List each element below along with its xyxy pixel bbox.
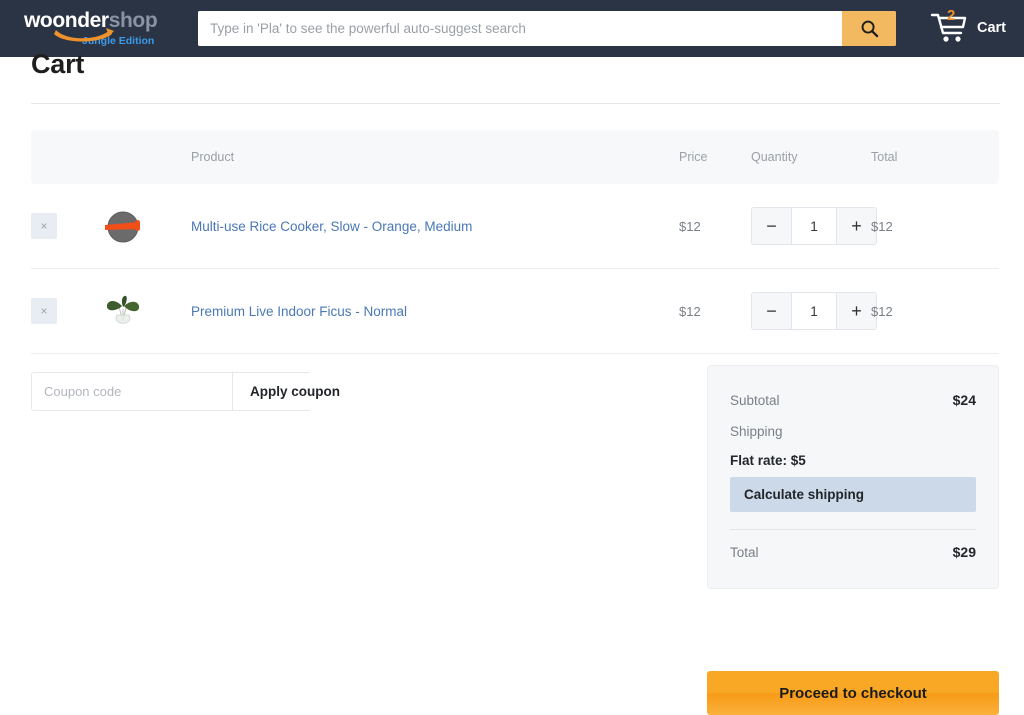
logo-swoosh-icon — [54, 28, 116, 42]
calculate-shipping-link[interactable]: Calculate shipping — [730, 477, 976, 512]
table-row: × Multi-use Rice Cooker, Slow - Orange, … — [31, 184, 999, 269]
quantity-input[interactable] — [792, 293, 836, 329]
cell-product-name: Premium Live Indoor Ficus - Normal — [191, 269, 679, 354]
search-input[interactable] — [198, 11, 842, 46]
cell-price: $12 — [679, 184, 751, 269]
column-header-total: Total — [871, 130, 999, 184]
search-button[interactable] — [842, 11, 896, 46]
site-logo[interactable]: woondershop Jungle Edition — [24, 8, 214, 50]
shipping-block: Shipping Flat rate: $5 Calculate shippin… — [730, 416, 976, 512]
cell-total: $12 — [871, 269, 999, 354]
cell-remove: × — [31, 184, 99, 269]
cell-thumbnail — [99, 184, 191, 269]
total-line: Total $29 — [730, 536, 976, 568]
flat-rate-label: Flat rate: $5 — [730, 453, 976, 477]
cart-table-header: Product Price Quantity Total — [31, 130, 999, 184]
subtotal-value: $24 — [953, 392, 976, 408]
quantity-input[interactable] — [792, 208, 836, 244]
cart-table-header-row: Product Price Quantity Total — [31, 130, 999, 184]
coupon-code-input[interactable] — [32, 373, 232, 410]
cell-remove: × — [31, 269, 99, 354]
remove-item-button[interactable]: × — [31, 298, 57, 324]
coupon-group: Apply coupon — [31, 372, 311, 411]
cart-table: Product Price Quantity Total × — [31, 130, 999, 354]
cart-table-body: × Multi-use Rice Cooker, Slow - Orange, … — [31, 184, 999, 354]
page-title: Cart — [0, 52, 1024, 76]
cart-widget[interactable]: 2 Cart — [930, 6, 1006, 50]
cell-quantity: − + — [751, 184, 871, 269]
title-divider — [31, 103, 1000, 104]
cart-item-count-badge: 2 — [947, 8, 955, 23]
cell-quantity: − + — [751, 269, 871, 354]
totals-divider — [730, 529, 976, 530]
quantity-stepper: − + — [751, 207, 877, 245]
shipping-label: Shipping — [730, 424, 976, 453]
site-header: woondershop Jungle Edition — [0, 0, 1024, 57]
page-content: Cart Product Price Quantity Total × — [0, 57, 1024, 412]
cell-thumbnail — [99, 269, 191, 354]
rice-cooker-thumbnail[interactable] — [99, 202, 147, 250]
total-value: $29 — [953, 544, 976, 560]
cell-total: $12 — [871, 184, 999, 269]
logo-wordmark: woondershop — [24, 10, 214, 31]
subtotal-line: Subtotal $24 — [730, 384, 976, 416]
cart-totals-panel: Subtotal $24 Shipping Flat rate: $5 Calc… — [707, 365, 999, 589]
cart-label: Cart — [977, 20, 1006, 36]
product-link[interactable]: Multi-use Rice Cooker, Slow - Orange, Me… — [191, 219, 472, 234]
quantity-decrement-button[interactable]: − — [752, 293, 792, 329]
search-icon — [860, 19, 879, 38]
cell-price: $12 — [679, 269, 751, 354]
subtotal-label: Subtotal — [730, 393, 780, 408]
quantity-stepper: − + — [751, 292, 877, 330]
product-link[interactable]: Premium Live Indoor Ficus - Normal — [191, 304, 407, 319]
search-form — [198, 11, 896, 46]
table-row: × Premium Live Indoor Ficus - Normal — [31, 269, 999, 354]
quantity-increment-button[interactable]: + — [836, 293, 876, 329]
column-header-price: Price — [679, 130, 751, 184]
column-header-thumbnail — [99, 130, 191, 184]
cart-icon-box: 2 — [930, 11, 970, 45]
ficus-plant-thumbnail[interactable] — [99, 287, 147, 335]
cell-product-name: Multi-use Rice Cooker, Slow - Orange, Me… — [191, 184, 679, 269]
column-header-quantity: Quantity — [751, 130, 871, 184]
quantity-decrement-button[interactable]: − — [752, 208, 792, 244]
column-header-product: Product — [191, 130, 679, 184]
remove-item-button[interactable]: × — [31, 213, 57, 239]
quantity-increment-button[interactable]: + — [836, 208, 876, 244]
total-label: Total — [730, 545, 759, 560]
apply-coupon-button[interactable]: Apply coupon — [232, 373, 357, 410]
column-header-remove — [31, 130, 99, 184]
proceed-to-checkout-button[interactable]: Proceed to checkout — [707, 671, 999, 715]
